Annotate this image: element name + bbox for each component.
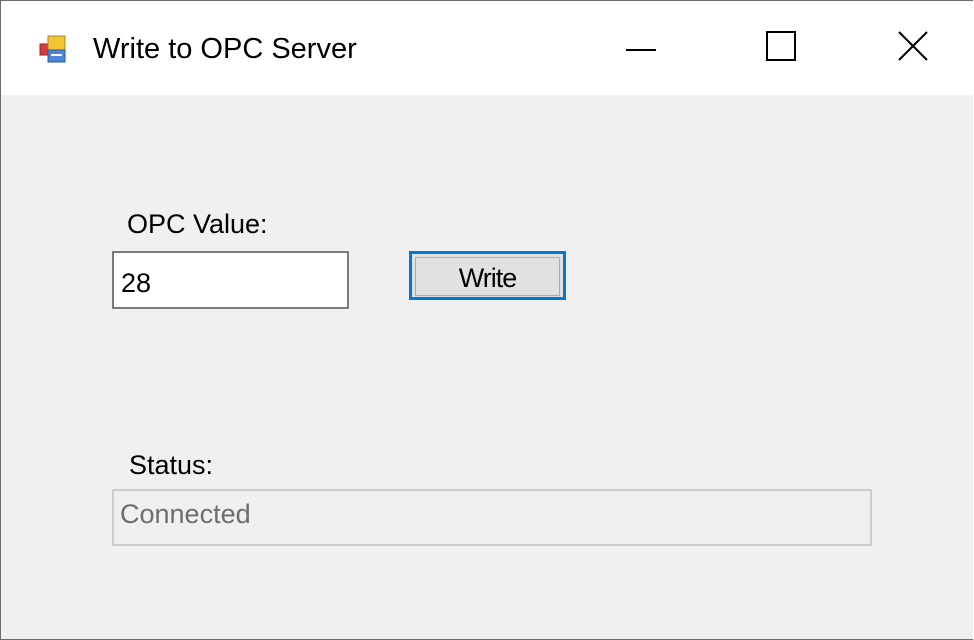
opc-value-label: OPC Value: [127, 209, 268, 239]
status-field: Connected [112, 489, 872, 546]
maximize-icon [766, 30, 796, 66]
close-icon [898, 30, 928, 66]
app-icon [39, 35, 67, 63]
write-button-label: Write [415, 257, 560, 296]
opc-value-input[interactable] [112, 251, 349, 309]
write-button[interactable]: Write [409, 251, 566, 300]
minimize-icon [626, 39, 656, 57]
status-label: Status: [129, 450, 214, 480]
window-title: Write to OPC Server [93, 33, 357, 65]
minimize-button[interactable] [571, 1, 711, 95]
close-button[interactable] [851, 1, 974, 95]
maximize-button[interactable] [711, 1, 851, 95]
title-bar[interactable]: Write to OPC Server [1, 1, 974, 95]
write-to-opc-server-window: Write to OPC Server OPC Value: 28 Write … [0, 0, 974, 640]
